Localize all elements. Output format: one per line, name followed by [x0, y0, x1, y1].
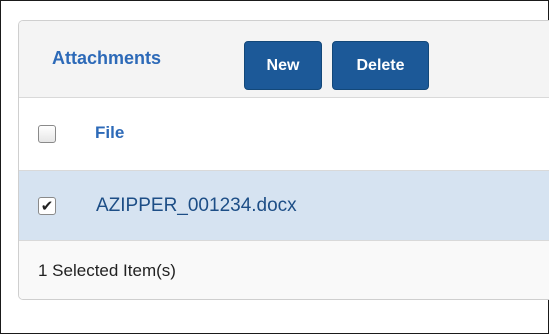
- select-all-checkbox[interactable]: [38, 125, 56, 143]
- panel-header: Attachments New Delete: [19, 21, 549, 98]
- selected-count-text: 1 Selected Item(s): [38, 261, 176, 280]
- table-header-row: File: [19, 98, 549, 171]
- panel-title: Attachments: [52, 48, 162, 68]
- table-row[interactable]: ✔ AZIPPER_001234.docx: [19, 171, 549, 241]
- checkmark-icon: ✔: [40, 197, 54, 215]
- delete-button[interactable]: Delete: [332, 41, 429, 90]
- table-footer: 1 Selected Item(s): [19, 241, 549, 299]
- window-frame: Attachments New Delete File ✔ AZIPPER_00…: [0, 0, 549, 334]
- attachments-panel: Attachments New Delete File ✔ AZIPPER_00…: [18, 20, 549, 300]
- file-name-link[interactable]: AZIPPER_001234.docx: [96, 195, 297, 217]
- column-header-file[interactable]: File: [95, 123, 124, 143]
- new-button[interactable]: New: [244, 41, 322, 90]
- row-checkbox[interactable]: ✔: [38, 197, 56, 215]
